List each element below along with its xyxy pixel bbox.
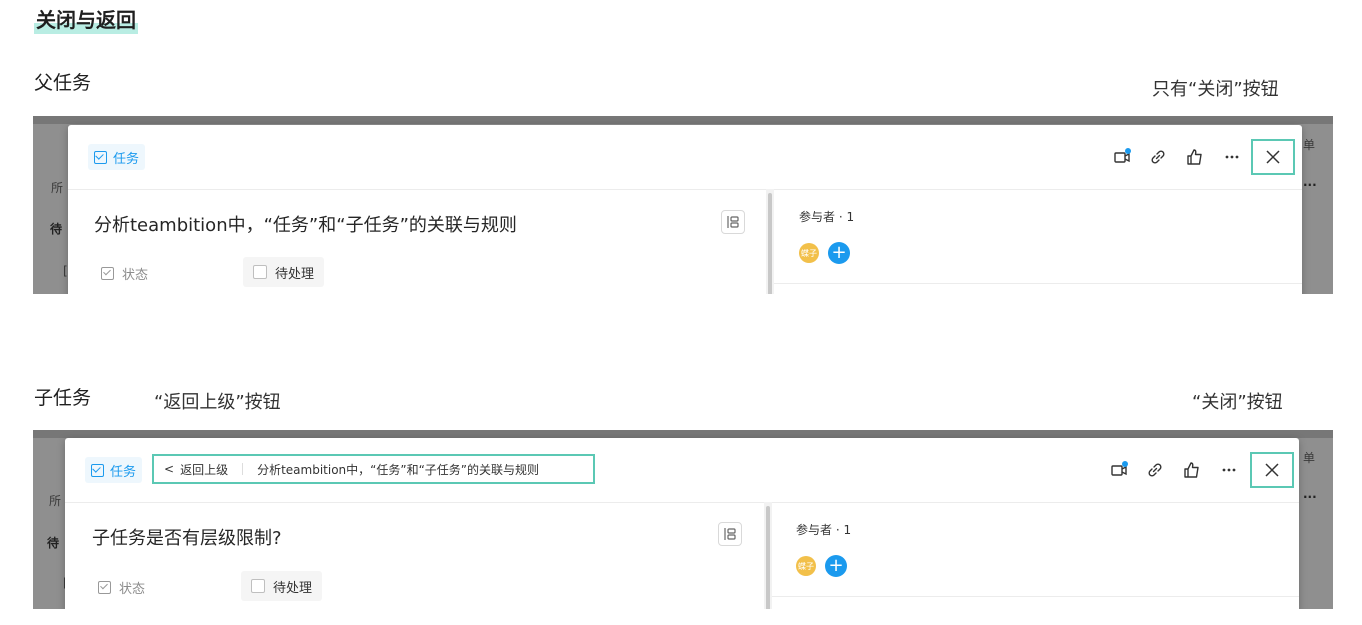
participants-label: 参与者 · 1 [796, 523, 852, 537]
bg-fragment: 所 [49, 494, 62, 508]
breadcrumb-separator [242, 463, 244, 475]
thumbs-up-icon[interactable] [1182, 460, 1202, 480]
child-screenshot: 所 待 [ 单 ··· 任务 < 返回上级 分析teambition中，“任务”… [33, 430, 1333, 609]
task-type-label: 任务 [110, 464, 137, 480]
back-button-note: “返回上级”按钮 [154, 392, 281, 413]
add-participant-button[interactable]: + [825, 555, 847, 577]
video-icon[interactable] [1112, 147, 1132, 167]
layout-button[interactable] [721, 210, 745, 234]
layout-button[interactable] [718, 522, 742, 546]
panel-divider[interactable] [766, 189, 774, 294]
background-header [33, 430, 1333, 438]
avatar[interactable]: 蝶子 [799, 243, 819, 263]
task-title[interactable]: 子任务是否有层级限制? [92, 524, 282, 550]
modal-header: 任务 [68, 125, 1302, 190]
link-icon[interactable] [1148, 147, 1168, 167]
chevron-left-icon: < [164, 462, 175, 476]
child-close-note: “关闭”按钮 [1192, 392, 1283, 413]
bg-fragment: [ [63, 264, 68, 278]
participants-label: 参与者 · 1 [799, 210, 855, 224]
add-participant-button[interactable]: + [828, 242, 850, 264]
task-modal: 任务 < 返回上级 分析teambition中，“任务”和“子任务”的关联与规则 [65, 438, 1299, 609]
breadcrumb: < 返回上级 分析teambition中，“任务”和“子任务”的关联与规则 [152, 454, 595, 484]
status-label-text: 状态 [119, 582, 146, 597]
task-checkbox-icon [94, 150, 107, 164]
bg-fragment: 待 [47, 536, 60, 550]
parent-heading: 父任务 [34, 72, 92, 94]
child-heading: 子任务 [34, 387, 92, 409]
layout-icon [727, 216, 739, 228]
status-checkbox[interactable] [253, 265, 267, 279]
status-selector[interactable]: 待处理 [241, 571, 323, 601]
thumbs-up-icon[interactable] [1185, 147, 1205, 167]
divider [774, 283, 1302, 284]
status-field-label: 状态 [98, 578, 145, 597]
close-button[interactable] [1251, 139, 1295, 175]
status-value: 待处理 [273, 580, 313, 596]
status-check-icon [101, 267, 114, 280]
task-modal: 任务 分析teambition中，“任务”和“子任务”的关联与规则 状态 待处理… [68, 125, 1302, 294]
status-selector[interactable]: 待处理 [243, 257, 325, 287]
status-label-text: 状态 [122, 268, 149, 283]
add-icon: + [828, 555, 844, 576]
task-title[interactable]: 分析teambition中，“任务”和“子任务”的关联与规则 [94, 211, 517, 237]
divider [772, 596, 1299, 597]
background-header [33, 116, 1333, 124]
status-value: 待处理 [275, 266, 315, 282]
more-icon[interactable] [1219, 460, 1239, 480]
section-title: 关闭与返回 [34, 6, 138, 34]
task-checkbox-icon [91, 463, 104, 477]
bg-fragment: 所 [51, 181, 64, 195]
status-field-label: 状态 [101, 264, 148, 283]
task-type-badge[interactable]: 任务 [88, 144, 146, 170]
back-to-parent-button[interactable]: 返回上级 [180, 461, 228, 478]
modal-header: 任务 < 返回上级 分析teambition中，“任务”和“子任务”的关联与规则 [65, 438, 1299, 503]
panel-divider[interactable] [764, 502, 772, 609]
status-checkbox[interactable] [251, 579, 265, 593]
status-check-icon [98, 581, 111, 594]
parent-close-note: 只有“关闭”按钮 [1152, 79, 1279, 100]
parent-screenshot: 所 待 [ 单 ··· 任务 分析teambition中，“任务”和“子任务”的… [33, 116, 1333, 294]
task-type-label: 任务 [113, 151, 140, 167]
add-icon: + [831, 242, 847, 263]
bg-fragment: 单 [1303, 138, 1316, 152]
link-icon[interactable] [1145, 460, 1165, 480]
more-icon[interactable] [1222, 147, 1242, 167]
layout-icon [724, 528, 736, 540]
close-button[interactable] [1250, 452, 1294, 488]
close-icon [1266, 150, 1280, 164]
bg-fragment: 单 [1303, 451, 1316, 465]
bg-fragment: ··· [1303, 178, 1317, 192]
video-icon[interactable] [1109, 460, 1129, 480]
bg-fragment: 待 [50, 222, 63, 236]
avatar[interactable]: 蝶子 [796, 556, 816, 576]
close-icon [1265, 463, 1279, 477]
parent-task-link[interactable]: 分析teambition中，“任务”和“子任务”的关联与规则 [257, 461, 539, 478]
bg-fragment: ··· [1303, 490, 1317, 504]
task-type-badge[interactable]: 任务 [85, 457, 143, 483]
